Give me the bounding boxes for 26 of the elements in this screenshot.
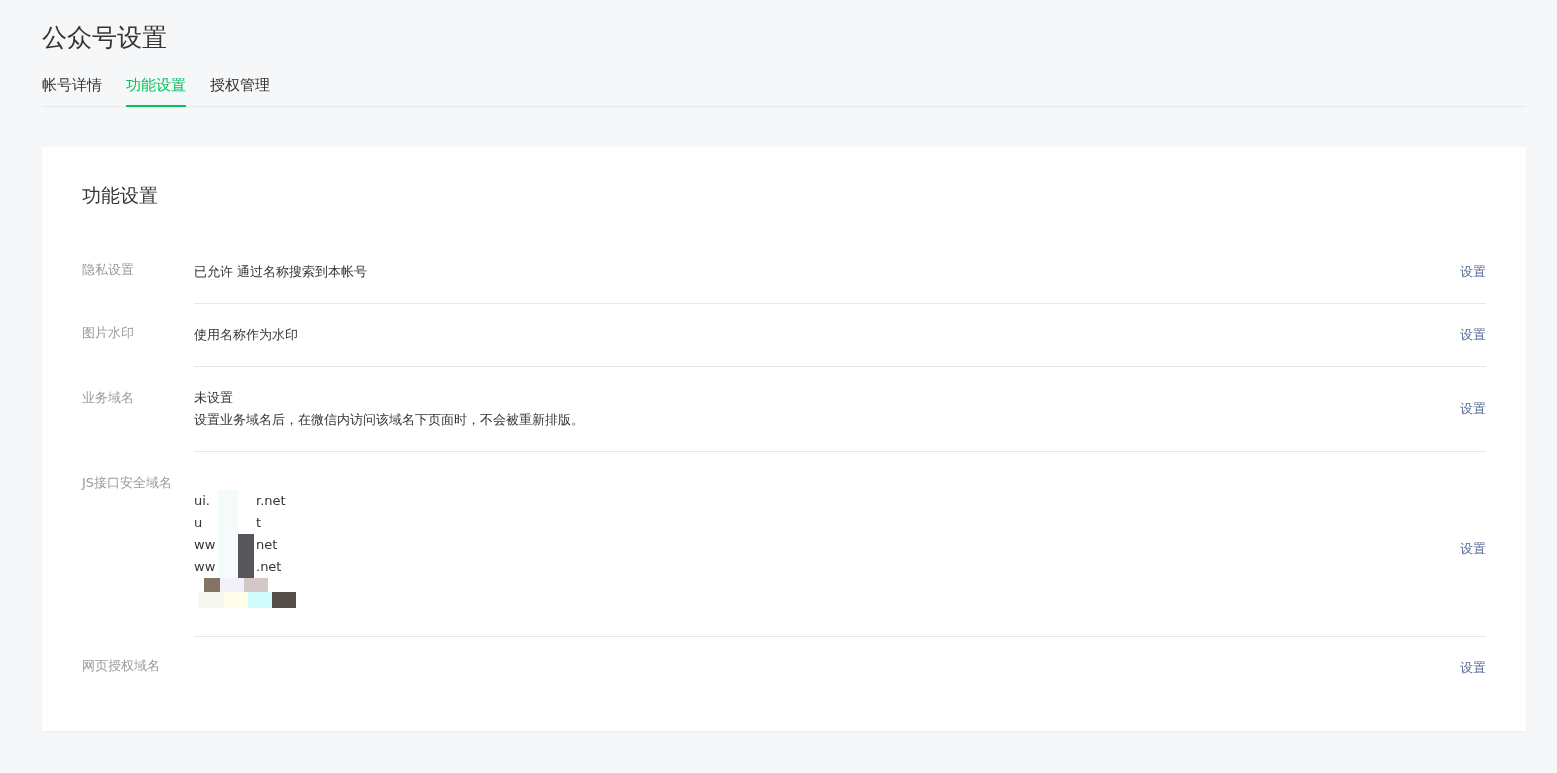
domain-text: r.net	[256, 492, 286, 510]
setting-label: 业务域名	[82, 389, 135, 407]
settings-link[interactable]: 设置	[1460, 263, 1486, 281]
domain-text: t	[256, 514, 262, 532]
domain-text: ui.	[194, 492, 211, 510]
settings-link[interactable]: 设置	[1460, 400, 1486, 418]
setting-label: 图片水印	[82, 324, 135, 342]
settings-link[interactable]: 设置	[1460, 659, 1486, 677]
page-title: 公众号设置	[42, 22, 168, 54]
domain-text: net	[256, 536, 278, 554]
setting-value: 设置业务域名后，在微信内访问该域名下页面时，不会被重新排版。	[194, 411, 584, 429]
setting-label: 隐私设置	[82, 261, 135, 279]
domain-text: ww	[194, 558, 216, 576]
setting-label: JS接口安全域名	[82, 474, 174, 492]
setting-value: 已允许 通过名称搜索到本帐号	[194, 263, 368, 281]
setting-label: 网页授权域名	[82, 657, 161, 675]
domain-text: ww	[194, 536, 216, 554]
settings-link[interactable]: 设置	[1460, 326, 1486, 344]
settings-link[interactable]: 设置	[1460, 540, 1486, 558]
domain-text: u	[194, 514, 204, 532]
tab[interactable]: 帐号详情	[42, 76, 102, 107]
tab[interactable]: 授权管理	[210, 76, 270, 107]
setting-value: 使用名称作为水印	[194, 326, 298, 344]
domain-text: .net	[256, 558, 282, 576]
card-title: 功能设置	[82, 183, 159, 208]
setting-value: 未设置	[194, 389, 234, 407]
